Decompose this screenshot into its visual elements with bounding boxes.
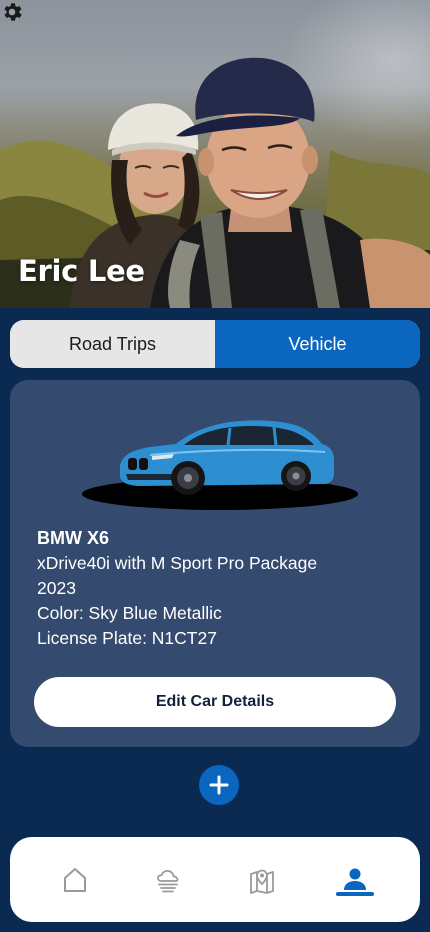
nav-home[interactable] (45, 850, 105, 910)
active-tab-indicator (336, 891, 375, 896)
plus-icon (209, 775, 229, 795)
nav-map[interactable] (232, 850, 292, 910)
map-pin-icon (249, 869, 274, 894)
vehicle-card: BMW X6 xDrive40i with M Sport Pro Packag… (10, 380, 420, 747)
add-vehicle-button[interactable] (199, 765, 239, 805)
tab-vehicle[interactable]: Vehicle (215, 320, 420, 368)
gear-icon[interactable] (0, 0, 24, 24)
tab-road-trips[interactable]: Road Trips (10, 320, 215, 368)
vehicle-details: BMW X6 xDrive40i with M Sport Pro Packag… (37, 526, 317, 651)
vehicle-model: BMW X6 (37, 528, 109, 548)
profile-icon (344, 868, 367, 890)
profile-name: Eric Lee (18, 254, 145, 288)
weather-icon (157, 869, 179, 892)
trip-vehicle-tabs: Road Trips Vehicle (10, 320, 420, 368)
nav-weather[interactable] (138, 850, 198, 910)
edit-car-details-button[interactable]: Edit Car Details (34, 677, 396, 727)
vehicle-plate: License Plate: N1CT27 (37, 628, 217, 648)
bottom-nav (10, 837, 420, 922)
vehicle-trim: xDrive40i with M Sport Pro Package (37, 553, 318, 573)
car-image (82, 420, 358, 510)
profile-hero: Eric Lee (0, 0, 430, 308)
home-icon (63, 867, 86, 892)
vehicle-color: Color: Sky Blue Metallic (37, 603, 222, 623)
nav-profile[interactable] (325, 850, 385, 910)
vehicle-year: 2023 (37, 578, 76, 598)
